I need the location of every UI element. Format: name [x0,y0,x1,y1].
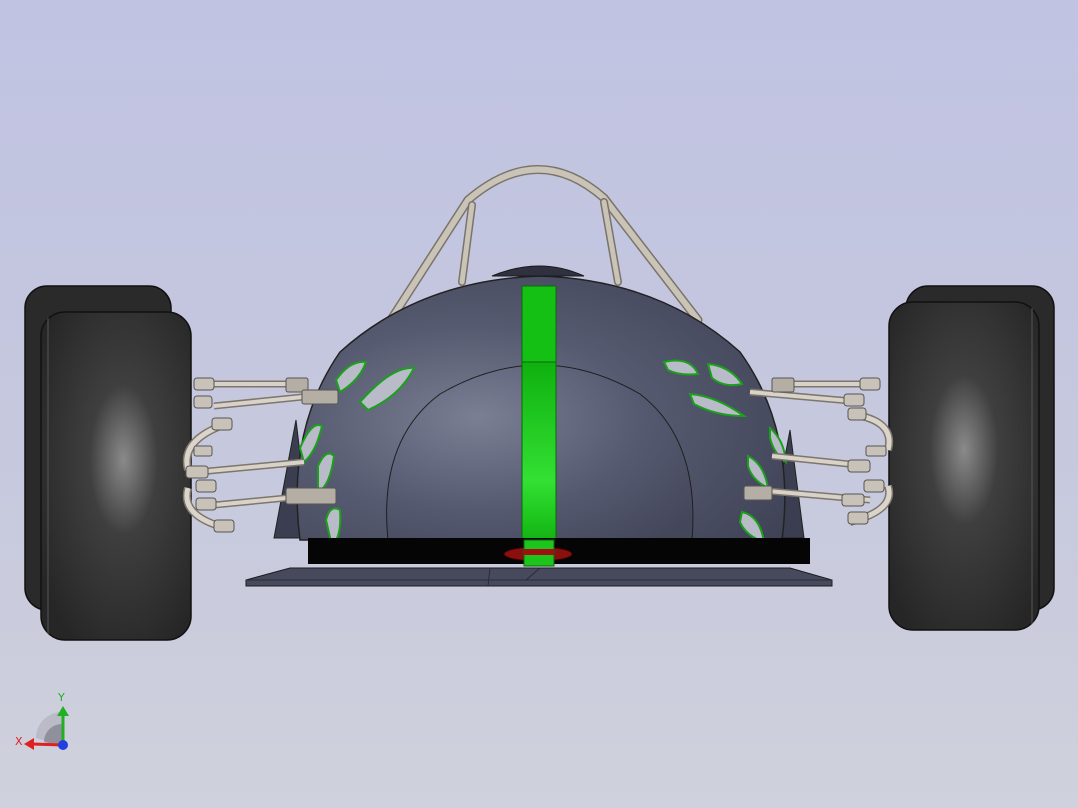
triad-y-label: Y [57,691,65,704]
view-orientation-triad-icon: Y X [15,691,69,750]
triad-x-label: X [15,735,23,748]
cad-graphics-viewport[interactable]: Y X [0,0,1078,808]
